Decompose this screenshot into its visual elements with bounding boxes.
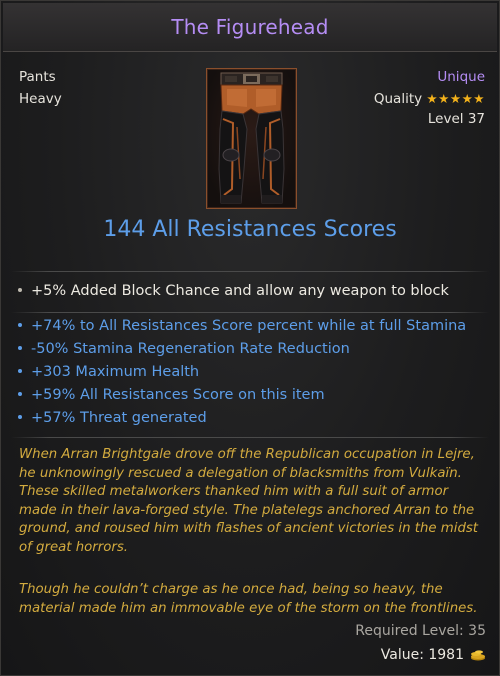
divider	[11, 437, 489, 438]
divider	[11, 312, 489, 313]
lore-paragraph: Though he couldn’t charge as he once had…	[19, 582, 478, 616]
item-value: Value: 1981	[381, 647, 486, 663]
quality-stars: ★★★★★	[426, 91, 485, 106]
affix-line: +57% Threat generated	[18, 410, 207, 426]
affix-text: +74% to All Resistances Score percent wh…	[31, 318, 467, 334]
affix-line: +303 Maximum Health	[18, 364, 199, 380]
star-icon: ★	[473, 91, 485, 106]
star-icon: ★	[438, 91, 450, 106]
affix-line: -50% Stamina Regeneration Rate Reduction	[18, 341, 350, 357]
title-bar: The Figurehead	[3, 3, 497, 52]
main-stat: 144 All Resistances Scores	[103, 217, 397, 242]
affix-line: +59% All Resistances Score on this item	[18, 387, 325, 403]
star-icon: ★	[449, 91, 462, 106]
implicit-stat: +5% Added Block Chance and allow any wea…	[18, 283, 449, 299]
affix-text: +303 Maximum Health	[31, 364, 200, 380]
affix-text: +57% Threat generated	[31, 410, 207, 426]
affix-line: +74% to All Resistances Score percent wh…	[18, 318, 466, 334]
quality-row: Quality ★★★★★	[374, 91, 485, 107]
affix-text: +59% All Resistances Score on this item	[31, 387, 325, 403]
pants-icon	[218, 72, 285, 204]
affix-text: -50% Stamina Regeneration Rate Reduction	[31, 341, 350, 357]
implicit-stat-text: +5% Added Block Chance and allow any wea…	[31, 283, 449, 299]
bullet-icon	[18, 322, 22, 327]
item-type: Pants	[19, 69, 56, 85]
divider	[11, 271, 489, 272]
rarity-label: Unique	[437, 69, 485, 85]
item-tooltip: The Figurehead Pants Heavy Unique Qualit…	[0, 0, 500, 676]
item-value-text: Value: 1981	[380, 647, 464, 663]
item-weight: Heavy	[19, 91, 62, 107]
gold-coins-icon	[471, 650, 485, 661]
bullet-icon	[18, 368, 22, 373]
star-icon: ★	[426, 91, 439, 106]
bullet-icon	[18, 414, 22, 419]
bullet-icon	[18, 345, 22, 350]
star-icon: ★	[461, 91, 474, 106]
quality-label: Quality	[373, 91, 423, 107]
required-level: Required Level: 35	[355, 623, 486, 639]
item-level: Level 37	[427, 111, 485, 127]
bullet-icon	[18, 287, 22, 292]
lore-paragraph: When Arran Brightgale drove off the Repu…	[19, 447, 479, 555]
item-name: The Figurehead	[171, 15, 329, 39]
item-image-frame	[206, 68, 297, 209]
bullet-icon	[18, 391, 22, 396]
